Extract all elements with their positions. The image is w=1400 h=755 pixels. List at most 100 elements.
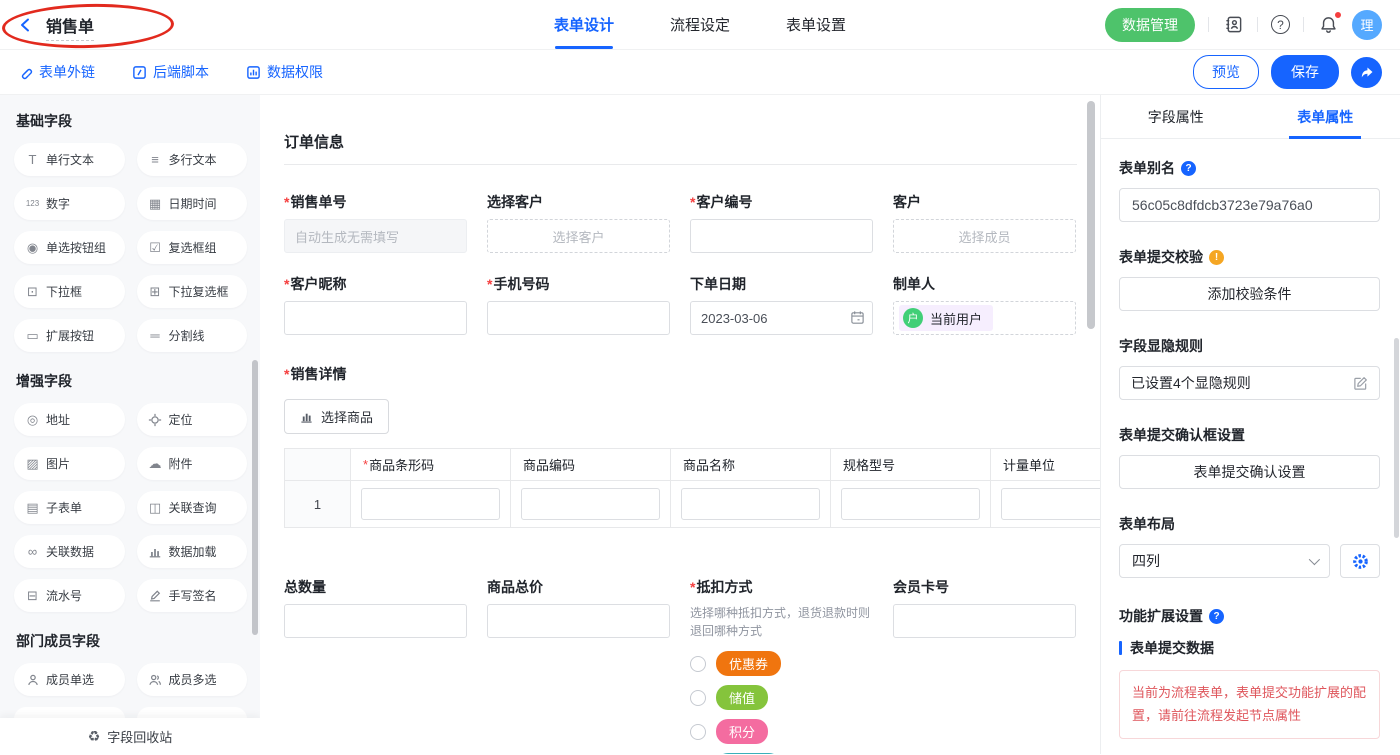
- layout-select[interactable]: 四列: [1119, 544, 1330, 578]
- field-item-multi-dropdown[interactable]: ⊞下拉复选框: [137, 275, 248, 308]
- deduction-option[interactable]: 优惠券: [690, 652, 873, 675]
- signature-icon: [146, 589, 165, 603]
- radio-unchecked-icon[interactable]: [690, 690, 706, 706]
- field-total-qty[interactable]: 总数量: [284, 578, 467, 754]
- extension-help-icon[interactable]: ?: [1209, 609, 1224, 624]
- canvas-scrollbar[interactable]: [1087, 101, 1095, 329]
- member-card-input[interactable]: [893, 604, 1076, 638]
- alias-help-icon[interactable]: ?: [1181, 161, 1196, 176]
- field-total-price[interactable]: 商品总价: [487, 578, 670, 754]
- preview-button[interactable]: 预览: [1193, 55, 1259, 89]
- save-button[interactable]: 保存: [1271, 55, 1339, 89]
- layout-settings-button[interactable]: [1340, 544, 1380, 578]
- customer-nickname-input[interactable]: [284, 301, 467, 335]
- field-customer[interactable]: 客户 选择成员: [893, 193, 1076, 253]
- field-item-extend-button[interactable]: ▭扩展按钮: [14, 319, 125, 352]
- nav-tab[interactable]: 表单设置: [786, 0, 846, 49]
- subform-icon: ▤: [23, 500, 42, 516]
- avatar[interactable]: 理: [1352, 10, 1382, 40]
- share-button[interactable]: [1351, 57, 1382, 88]
- field-item-relate-query[interactable]: ◫关联查询: [137, 491, 248, 524]
- table-cell-input[interactable]: [1001, 488, 1100, 520]
- field-member-card[interactable]: 会员卡号: [893, 578, 1076, 754]
- location-icon: [146, 413, 165, 427]
- notification-bell-icon[interactable]: [1317, 14, 1339, 36]
- nav-tab[interactable]: 表单设计: [554, 0, 614, 49]
- toolbar-link[interactable]: 表单外链: [18, 62, 95, 82]
- order-date-input[interactable]: [690, 301, 873, 335]
- select-goods-button[interactable]: 选择商品: [284, 399, 389, 434]
- edit-pencil-icon[interactable]: [1353, 376, 1368, 391]
- field-deduction[interactable]: *抵扣方式 选择哪种抵扣方式，退货退款时则退回哪种方式 优惠券储值积分无抵扣: [690, 578, 873, 754]
- field-sales-no[interactable]: *销售单号: [284, 193, 467, 253]
- visibility-rules-box[interactable]: 已设置4个显隐规则: [1119, 366, 1380, 400]
- field-item-member-multi[interactable]: 成员多选: [137, 663, 248, 696]
- address-book-icon[interactable]: [1222, 14, 1244, 36]
- total-qty-input[interactable]: [284, 604, 467, 638]
- gear-icon: [1352, 553, 1369, 570]
- field-order-date[interactable]: 下单日期: [690, 275, 873, 335]
- field-item-divider[interactable]: ═分割线: [137, 319, 248, 352]
- back-button[interactable]: [18, 17, 34, 33]
- creator-member-box[interactable]: 户 当前用户: [893, 301, 1076, 335]
- field-mobile[interactable]: *手机号码: [487, 275, 670, 335]
- field-item-relate-data[interactable]: ∞关联数据: [14, 535, 125, 568]
- sales-detail-label: 销售详情: [290, 366, 346, 382]
- form-section-title[interactable]: 订单信息: [284, 95, 1100, 152]
- calendar-icon[interactable]: [850, 310, 865, 325]
- panel-scrollbar[interactable]: [1394, 338, 1399, 538]
- field-item-single-line-text[interactable]: T单行文本: [14, 143, 125, 176]
- properties-tab[interactable]: 表单属性: [1251, 95, 1400, 138]
- form-alias-input[interactable]: [1119, 188, 1380, 222]
- field-item-serial-number[interactable]: ⊟流水号: [14, 579, 125, 612]
- field-item-image[interactable]: ▨图片: [14, 447, 125, 480]
- field-item-datetime[interactable]: ▦日期时间: [137, 187, 248, 220]
- deduction-option[interactable]: 积分: [690, 720, 873, 743]
- total-price-input[interactable]: [487, 604, 670, 638]
- radio-unchecked-icon[interactable]: [690, 724, 706, 740]
- add-validation-button[interactable]: 添加校验条件: [1119, 277, 1380, 311]
- table-cell-input[interactable]: [681, 488, 820, 520]
- table-cell-input[interactable]: [361, 488, 500, 520]
- field-item-number[interactable]: 123数字: [14, 187, 125, 220]
- field-select-customer[interactable]: 选择客户 选择客户: [487, 193, 670, 253]
- data-manage-button[interactable]: 数据管理: [1105, 8, 1195, 42]
- field-item-subform[interactable]: ▤子表单: [14, 491, 125, 524]
- field-item-member-single[interactable]: 成员单选: [14, 663, 125, 696]
- nav-tab[interactable]: 流程设定: [670, 0, 730, 49]
- submit-confirm-button[interactable]: 表单提交确认设置: [1119, 455, 1380, 489]
- field-creator[interactable]: 制单人 户 当前用户: [893, 275, 1076, 335]
- deduction-option[interactable]: 储值: [690, 686, 873, 709]
- submit-validation-section: 表单提交校验! 添加校验条件: [1119, 247, 1380, 311]
- form-title[interactable]: 销售单: [46, 19, 94, 41]
- mobile-input[interactable]: [487, 301, 670, 335]
- sidebar-scrollbar[interactable]: [252, 360, 258, 635]
- field-item-dropdown[interactable]: ⊡下拉框: [14, 275, 125, 308]
- field-item-address[interactable]: ◎地址: [14, 403, 125, 436]
- select-customer-picker[interactable]: 选择客户: [487, 219, 670, 253]
- field-recycle-bin[interactable]: ♻ 字段回收站: [0, 718, 260, 754]
- current-user-chip[interactable]: 户 当前用户: [899, 305, 993, 331]
- field-item-multi-line-text[interactable]: ≡多行文本: [137, 143, 248, 176]
- table-cell-input[interactable]: [521, 488, 660, 520]
- field-item-radio-group[interactable]: ◉单选按钮组: [14, 231, 125, 264]
- sales-no-input[interactable]: [284, 219, 467, 253]
- properties-tab[interactable]: 字段属性: [1101, 95, 1251, 138]
- customer-no-input[interactable]: [690, 219, 873, 253]
- field-customer-no[interactable]: *客户编号: [690, 193, 873, 253]
- field-item-data-load[interactable]: 数据加载: [137, 535, 248, 568]
- member-single-icon: [23, 673, 42, 687]
- help-icon[interactable]: ?: [1271, 15, 1290, 34]
- notification-dot: [1334, 11, 1342, 19]
- table-cell-input[interactable]: [841, 488, 980, 520]
- field-item-checkbox-group[interactable]: ☑复选框组: [137, 231, 248, 264]
- toolbar-link[interactable]: 数据权限: [246, 62, 323, 82]
- permission-icon: [246, 65, 261, 80]
- radio-unchecked-icon[interactable]: [690, 656, 706, 672]
- toolbar-link[interactable]: 后端脚本: [132, 62, 209, 82]
- field-customer-nickname[interactable]: *客户昵称: [284, 275, 467, 335]
- customer-member-picker[interactable]: 选择成员: [893, 219, 1076, 253]
- field-item-signature[interactable]: 手写签名: [137, 579, 248, 612]
- field-item-attachment[interactable]: ☁附件: [137, 447, 248, 480]
- field-item-location[interactable]: 定位: [137, 403, 248, 436]
